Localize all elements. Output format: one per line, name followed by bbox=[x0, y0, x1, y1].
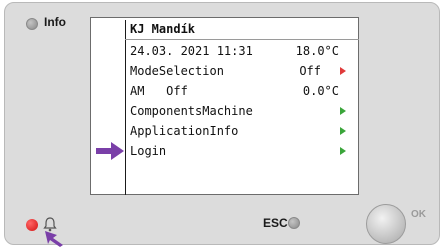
info-label: Info bbox=[44, 15, 66, 29]
alarm-led bbox=[26, 219, 38, 231]
mode-selection-value: Off bbox=[299, 64, 321, 78]
chevron-right-icon bbox=[340, 127, 346, 135]
chevron-right-icon bbox=[340, 107, 346, 115]
screen-divider bbox=[125, 20, 126, 195]
chevron-right-icon bbox=[340, 147, 346, 155]
esc-label: ESC bbox=[263, 216, 288, 230]
ok-label: OK bbox=[411, 209, 426, 220]
bell-icon[interactable] bbox=[43, 216, 57, 232]
menu-item-mode-selection[interactable]: ModeSelection bbox=[130, 62, 224, 80]
chevron-right-icon bbox=[340, 67, 346, 75]
datetime: 24.03. 2021 11:31 bbox=[130, 44, 253, 58]
display-screen: KJ Mandík 24.03. 2021 11:31 18.0°C ModeS… bbox=[90, 17, 359, 195]
menu-item-components-machine[interactable]: ComponentsMachine bbox=[130, 102, 253, 120]
temperature: 18.0°C bbox=[295, 44, 339, 58]
menu-item-application-info[interactable]: ApplicationInfo bbox=[130, 122, 238, 140]
am-value: 0.0°C bbox=[302, 84, 339, 98]
menu-item-am[interactable]: AM Off bbox=[130, 82, 188, 100]
title-separator bbox=[125, 39, 359, 40]
controller-panel: Info KJ Mandík 24.03. 2021 11:31 18.0°C … bbox=[4, 2, 440, 247]
screen-title: KJ Mandík bbox=[130, 22, 196, 36]
ok-button[interactable] bbox=[366, 204, 406, 244]
pointer-arrow-icon bbox=[45, 231, 63, 247]
esc-button[interactable] bbox=[288, 217, 300, 229]
info-led-button[interactable] bbox=[26, 18, 38, 30]
pointer-arrow-icon bbox=[96, 142, 124, 160]
menu-item-login[interactable]: Login bbox=[130, 142, 166, 160]
